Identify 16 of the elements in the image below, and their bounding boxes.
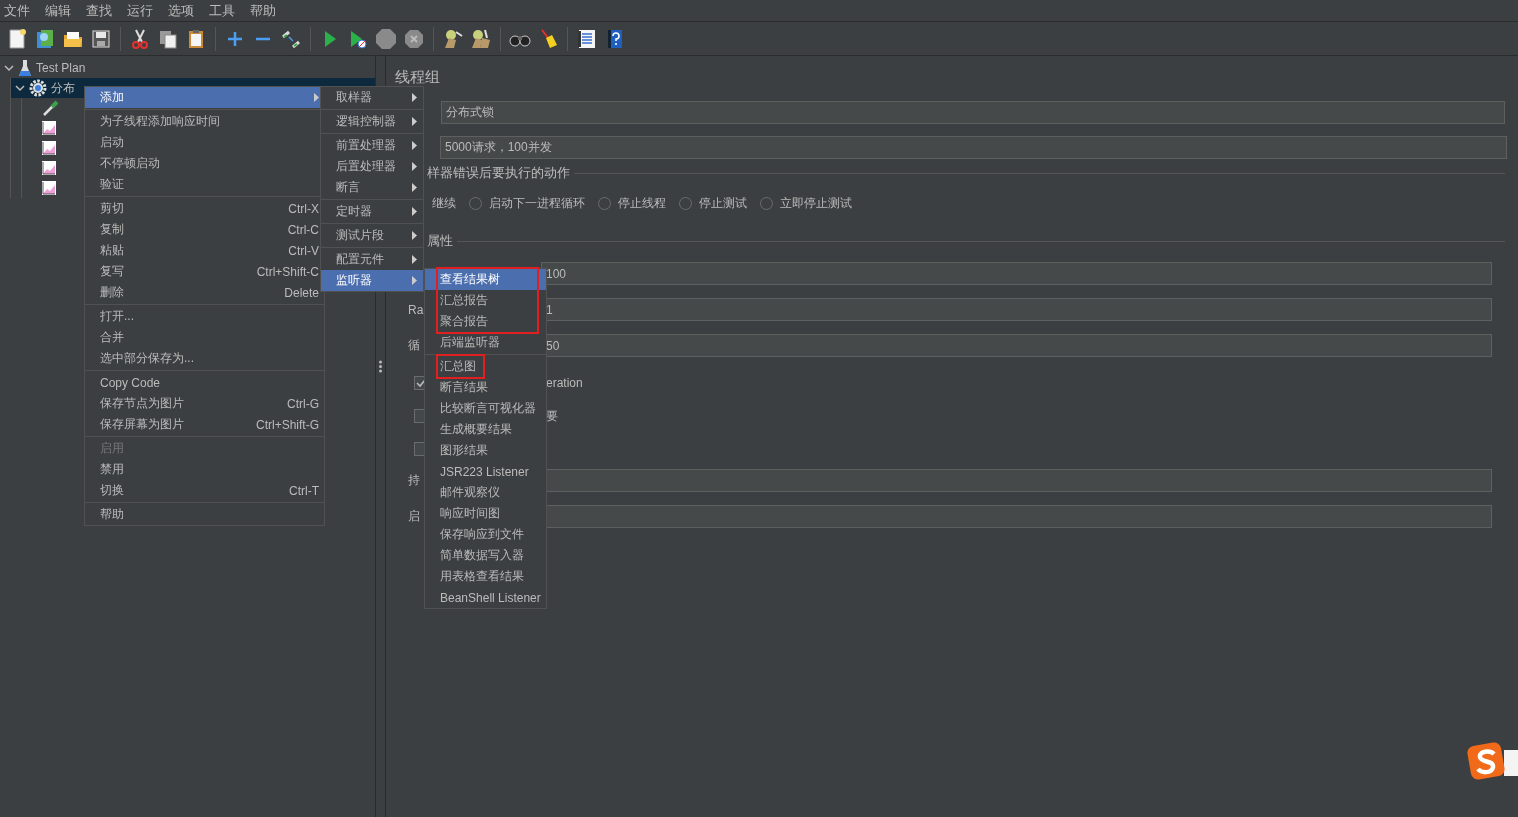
radio-label: 停止线程	[618, 194, 666, 212]
field-label: 启	[408, 509, 420, 523]
group-label: 样器错误后要执行的动作	[427, 164, 570, 182]
radio-label: 立即停止测试	[780, 194, 852, 212]
radio-label: 启动下一进程循环	[489, 194, 585, 212]
checkbox-label: eration	[546, 376, 583, 390]
panel-title: 线程组	[395, 68, 441, 87]
radio-label: 继续	[432, 194, 456, 212]
field-label: 持	[408, 473, 420, 487]
radio-label: 停止测试	[699, 194, 747, 212]
checkbox-label: 要	[546, 407, 558, 425]
tree-label: Test Plan	[36, 61, 86, 75]
group-label: 属性	[427, 232, 453, 250]
field-label: 循	[408, 338, 420, 352]
field-label: Ra	[408, 302, 424, 317]
tree-label: 分布	[51, 79, 75, 97]
